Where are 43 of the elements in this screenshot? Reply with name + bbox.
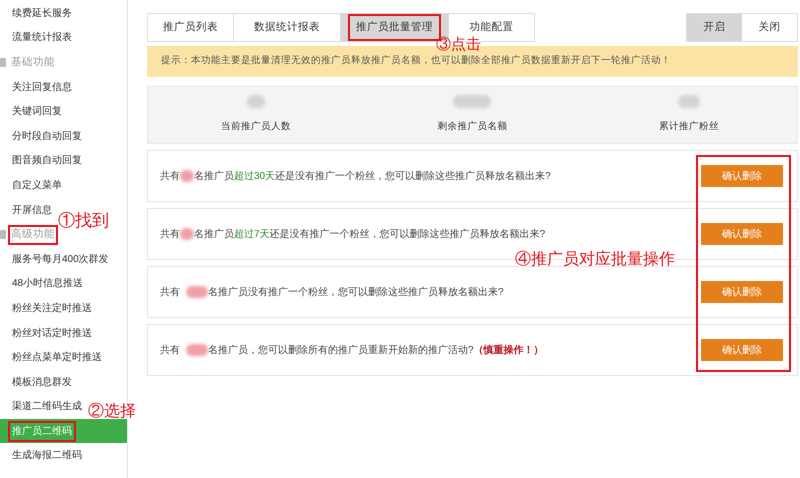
sidebar-item[interactable]: 续费延长服务 — [0, 1, 75, 26]
message-text: 名推广员超过7天还是没有推广一个粉丝，您可以删除这些推广员释放名额出来? — [194, 228, 546, 242]
stat-label: 当前推广员人数 — [221, 120, 292, 134]
message-text: 名推广员没有推广一个粉丝，您可以删除这些推广员释放名额出来? — [208, 286, 505, 300]
sidebar-item[interactable]: 模板消息群发 — [0, 370, 75, 394]
message-prefix: 共有 — [160, 286, 180, 300]
sidebar-item[interactable]: 渠道二维码生成 — [0, 394, 85, 419]
stat-label: 累计推广粉丝 — [658, 120, 719, 134]
sidebar-item[interactable]: 粉丝关注定时推送 — [0, 296, 95, 320]
blurred-value — [453, 95, 492, 108]
message-prefix: 共有 — [160, 344, 180, 358]
section-icon — [0, 230, 6, 240]
sidebar-item[interactable]: 关键词回复 — [0, 100, 65, 124]
sidebar-item[interactable]: 关注回复信息 — [0, 75, 75, 100]
blurred-value — [247, 95, 266, 108]
stat-label: 剩余推广员名额 — [437, 120, 508, 134]
sidebar-item[interactable]: 生成海报二维码 — [0, 444, 85, 468]
message-text: 名推广员超过30天还是没有推广一个粉丝，您可以删除这些推广员释放名额出来? — [194, 170, 552, 184]
annotation-label: ①找到 — [58, 212, 109, 229]
blurred-value — [186, 344, 208, 356]
sidebar-item[interactable]: 自定义菜单 — [0, 173, 65, 198]
blurred-value — [186, 286, 208, 298]
message-text: 名推广员，您可以删除所有的推广员重新开始新的推广活动?（慎重操作！） — [208, 344, 545, 358]
sidebar-item[interactable]: 流量统计报表 — [0, 26, 75, 50]
sidebar-item[interactable]: 开屏信息 — [0, 198, 55, 222]
sidebar-item[interactable]: 48小时信息推送 — [0, 272, 86, 296]
annotation-label: ②选择 — [88, 404, 136, 420]
blurred-value — [678, 95, 700, 108]
sidebar-item[interactable]: 粉丝对话定时推送 — [0, 321, 95, 346]
section-header: 基础功能 — [10, 54, 56, 70]
message-prefix: 共有 — [160, 170, 180, 184]
sidebar-item[interactable]: 服务号每月400次群发 — [0, 247, 112, 272]
sidebar-item[interactable]: 粉丝点菜单定时推送 — [0, 346, 105, 370]
annotation-label: ④推广员对应批量操作 — [515, 252, 675, 268]
notice-text: 提示：本功能主要是批量清理无效的推广员释放推广员名额，也可以删除全部推广员数据重新开启下一轮推广活动！ — [161, 54, 671, 68]
sidebar-item[interactable]: 分时段自动回复 — [0, 124, 85, 148]
section-icon — [0, 58, 6, 67]
section-header: 高级功能 — [10, 226, 56, 243]
message-prefix: 共有 — [160, 228, 180, 242]
blurred-value — [180, 228, 194, 240]
toggle-option[interactable]: 开启 — [687, 14, 742, 41]
blurred-value — [180, 170, 194, 182]
sidebar-item[interactable]: 图音频自动回复 — [0, 148, 85, 173]
